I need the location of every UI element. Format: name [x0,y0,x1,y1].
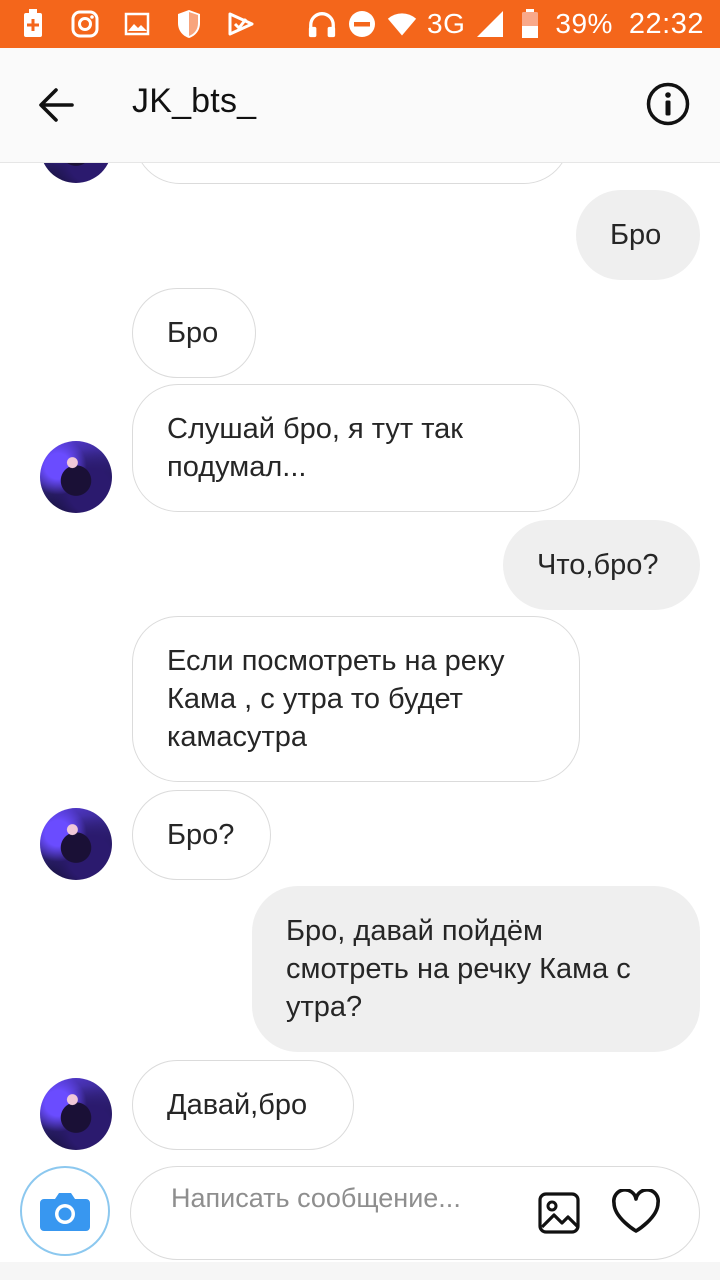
wifi-icon [387,9,417,39]
avatar[interactable] [40,441,112,513]
headphones-icon [307,9,337,39]
chat-header: JK_bts_ [0,48,720,163]
camera-icon [40,1193,90,1231]
conversation-title[interactable]: JK_bts_ [132,82,256,121]
status-bar: 3G 39% 22:32 [0,0,720,48]
bottom-edge [0,1262,720,1280]
instagram-icon [70,9,100,39]
message-thread[interactable]: Бро Бро Слушай бро, я тут так подумал...… [0,48,720,1160]
back-button[interactable] [36,84,78,126]
message-bubble-incoming[interactable]: Бро [132,288,256,378]
info-icon [646,82,690,126]
message-bubble-incoming[interactable]: Бро? [132,790,271,880]
do-not-disturb-icon [347,9,377,39]
gallery-button[interactable] [537,1191,581,1235]
battery-icon [515,9,545,39]
gallery-icon [122,9,152,39]
message-bubble-outgoing[interactable]: Бро [576,190,700,280]
image-icon [538,1192,580,1234]
message-bubble-incoming[interactable]: Слушай бро, я тут так подумал... [132,384,580,512]
message-input[interactable]: Написать сообщение... [130,1166,700,1260]
battery-percent: 39% [555,8,613,39]
clock: 22:32 [628,7,704,40]
message-placeholder[interactable]: Написать сообщение... [171,1181,501,1215]
camera-button[interactable] [20,1166,110,1256]
check-icon [226,9,256,39]
shield-icon [174,9,204,39]
avatar[interactable] [40,1078,112,1150]
message-bubble-outgoing[interactable]: Что,бро? [503,520,700,610]
info-button[interactable] [646,82,690,126]
signal-icon [475,9,505,39]
heart-icon [612,1188,660,1233]
message-bubble-incoming[interactable]: Если посмотреть на реку Кама , с утра то… [132,616,580,782]
battery-saver-icon [18,9,48,39]
like-button[interactable] [611,1188,661,1235]
avatar[interactable] [40,808,112,880]
network-type: 3G [427,8,466,39]
message-bubble-incoming[interactable]: Давай,бро [132,1060,354,1150]
arrow-left-icon [39,88,74,122]
message-bubble-outgoing[interactable]: Бро, давай пойдём смотреть на речку Кама… [252,886,700,1052]
